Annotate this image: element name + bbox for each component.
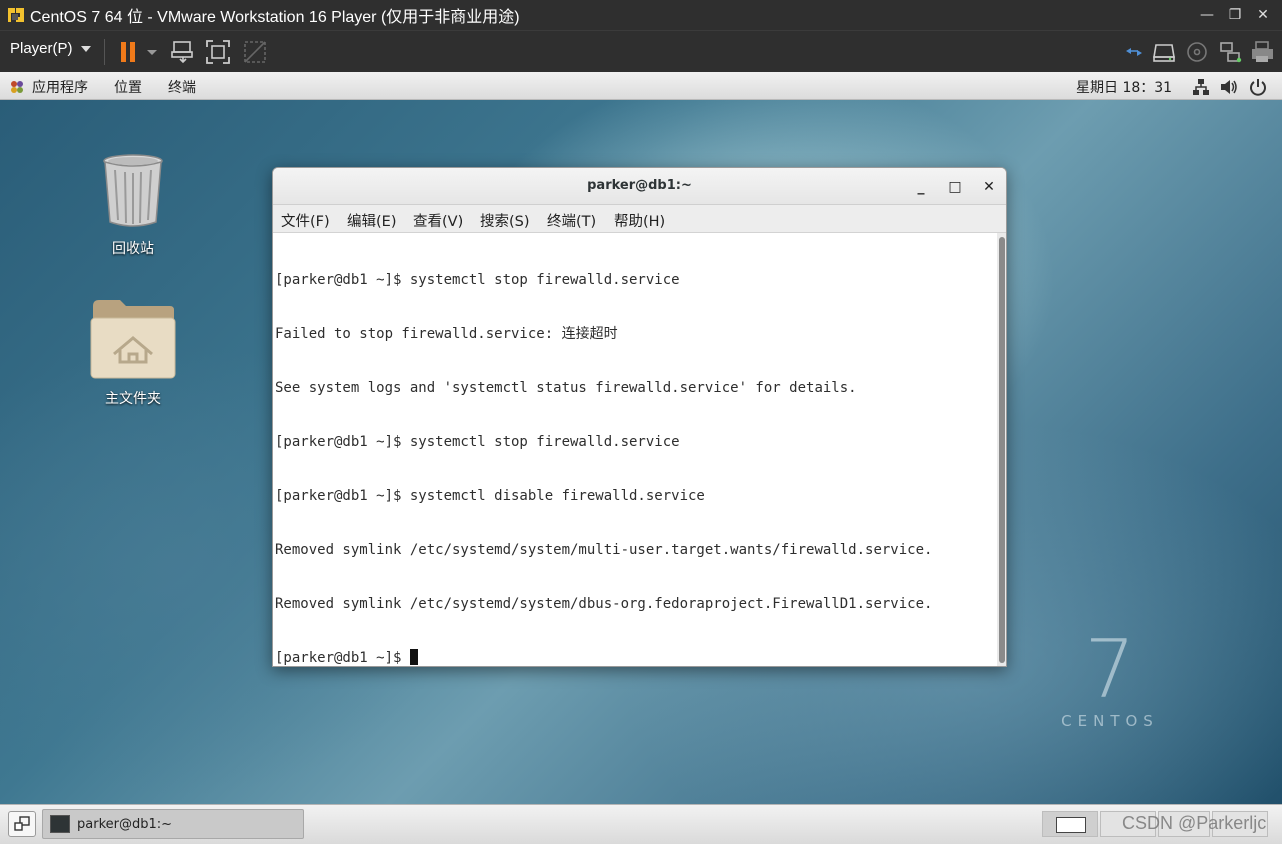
applications-menu-icon xyxy=(11,81,23,93)
pause-dropdown-icon[interactable] xyxy=(146,39,158,65)
terminal-menu-terminal[interactable]: 终端(T) xyxy=(547,210,596,231)
terminal-menu-help[interactable]: 帮助(H) xyxy=(614,210,665,231)
menu-applications[interactable]: 应用程序 xyxy=(32,77,88,97)
terminal-line: [parker@db1 ~]$ systemctl stop firewalld… xyxy=(275,434,680,450)
terminal-menubar: 文件(F) 编辑(E) 查看(V) 搜索(S) 终端(T) 帮助(H) xyxy=(273,205,1006,233)
terminal-icon xyxy=(50,815,70,833)
menu-places[interactable]: 位置 xyxy=(114,77,142,97)
vmware-titlebar: CentOS 7 64 位 - VMware Workstation 16 Pl… xyxy=(0,0,1282,30)
terminal-output[interactable]: [parker@db1 ~]$ systemctl stop firewalld… xyxy=(273,233,997,666)
terminal-title: parker@db1:~ xyxy=(587,178,692,193)
trash-icon xyxy=(103,154,163,227)
home-folder-icon xyxy=(90,300,176,379)
desktop-item-trash[interactable]: 回收站 xyxy=(78,152,188,258)
terminal-menu-edit[interactable]: 编辑(E) xyxy=(347,210,396,231)
desktop-item-home[interactable]: 主文件夹 xyxy=(78,298,188,408)
usb-icon[interactable] xyxy=(1218,39,1244,65)
chevron-down-icon xyxy=(80,45,91,52)
player-menu[interactable]: Player(P) xyxy=(10,40,91,57)
network-adapter-icon[interactable] xyxy=(1124,39,1144,65)
terminal-line: [parker@db1 ~]$ systemctl disable firewa… xyxy=(275,488,705,504)
unity-icon[interactable] xyxy=(242,39,268,65)
terminal-line: Removed symlink /etc/systemd/system/dbus… xyxy=(275,596,933,612)
menu-terminal[interactable]: 终端 xyxy=(168,77,196,97)
player-menu-label: Player(P) xyxy=(10,40,73,57)
taskbar-item-label: parker@db1:~ xyxy=(77,816,173,832)
terminal-menu-search[interactable]: 搜索(S) xyxy=(480,210,530,231)
terminal-maximize-icon[interactable]: □ xyxy=(945,177,965,197)
gnome-taskbar: parker@db1:~ CSDN @Parkerljc xyxy=(0,804,1282,844)
terminal-line: See system logs and 'systemctl status fi… xyxy=(275,380,857,396)
show-desktop-button[interactable] xyxy=(8,811,36,837)
cd-rom-icon[interactable] xyxy=(1185,39,1211,65)
terminal-menu-file[interactable]: 文件(F) xyxy=(281,210,330,231)
terminal-minimize-icon[interactable]: _ xyxy=(911,177,931,197)
centos-wordmark: CENTOS xyxy=(1061,712,1159,730)
restore-icon[interactable]: ❐ xyxy=(1224,4,1246,26)
show-desktop-icon xyxy=(14,816,30,831)
vmware-logo-icon xyxy=(6,5,26,25)
taskbar-item-terminal[interactable]: parker@db1:~ xyxy=(42,809,304,839)
minimize-icon[interactable]: — xyxy=(1196,4,1218,26)
workspace-window-preview xyxy=(1056,817,1086,833)
terminal-scrollbar[interactable] xyxy=(997,233,1006,666)
terminal-prompt-line: [parker@db1 ~]$ xyxy=(275,649,932,666)
terminal-close-icon[interactable]: ✕ xyxy=(979,177,999,197)
vmware-toolbar: Player(P) xyxy=(0,30,1282,72)
terminal-line: [parker@db1 ~]$ systemctl stop firewalld… xyxy=(275,272,680,288)
power-icon[interactable] xyxy=(1249,78,1267,96)
window-title: CentOS 7 64 位 - VMware Workstation 16 Pl… xyxy=(30,9,520,26)
scrollbar-thumb[interactable] xyxy=(999,237,1005,663)
terminal-line: Failed to stop firewalld.service: 连接超时 xyxy=(275,326,618,342)
pause-icon[interactable] xyxy=(116,39,142,65)
desktop-item-label: 主文件夹 xyxy=(105,391,161,407)
terminal-menu-view[interactable]: 查看(V) xyxy=(413,210,463,231)
terminal-window[interactable]: parker@db1:~ _ □ ✕ 文件(F) 编辑(E) 查看(V) 搜索(… xyxy=(272,167,1007,667)
workspace-1[interactable] xyxy=(1042,811,1098,837)
centos-version-number: 7 xyxy=(1084,623,1136,716)
gnome-top-bar: 应用程序 位置 终端 星期日 18：31 xyxy=(0,72,1282,100)
centos-watermark: 7 CENTOS xyxy=(1050,623,1170,731)
desktop-item-label: 回收站 xyxy=(112,241,154,257)
fullscreen-icon[interactable] xyxy=(205,39,231,65)
send-ctrl-alt-del-icon[interactable] xyxy=(170,39,196,65)
toolbar-separator xyxy=(104,39,105,65)
printer-icon[interactable] xyxy=(1250,39,1276,65)
network-icon[interactable] xyxy=(1192,78,1210,96)
csdn-watermark: CSDN @Parkerljc xyxy=(1122,813,1267,833)
terminal-prompt: [parker@db1 ~]$ xyxy=(275,650,410,666)
clock[interactable]: 星期日 18：31 xyxy=(1076,77,1172,97)
text-cursor xyxy=(409,649,418,665)
terminal-titlebar[interactable]: parker@db1:~ _ □ ✕ xyxy=(273,168,1006,205)
terminal-line: Removed symlink /etc/systemd/system/mult… xyxy=(275,542,933,558)
hard-disk-icon[interactable] xyxy=(1152,39,1178,65)
volume-icon[interactable] xyxy=(1220,78,1238,96)
close-icon[interactable]: ✕ xyxy=(1252,4,1274,26)
